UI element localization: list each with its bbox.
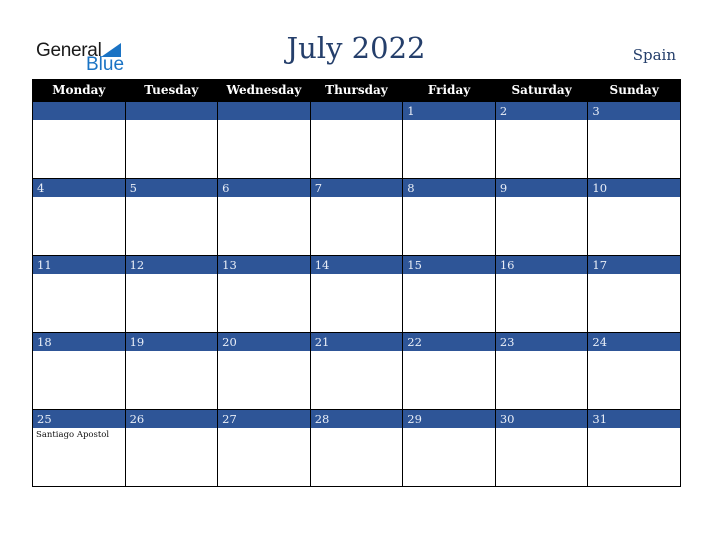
day-number: 29 — [403, 410, 495, 428]
day-number: 15 — [403, 256, 495, 274]
day-cell[interactable]: 15 — [402, 255, 496, 333]
day-number: 8 — [403, 179, 495, 197]
day-cell[interactable]: 24 — [587, 332, 681, 410]
week-row: 25 Santiago Apostol 26 27 28 29 30 31 — [32, 409, 681, 487]
day-cell[interactable]: 22 — [402, 332, 496, 410]
day-number — [33, 102, 125, 120]
day-cell[interactable]: 29 — [402, 409, 496, 487]
day-number: 25 — [33, 410, 125, 428]
day-number: 2 — [495, 102, 588, 120]
day-cell[interactable]: 3 — [587, 101, 681, 179]
day-cell[interactable]: 16 — [494, 255, 589, 333]
day-cell[interactable]: 25 Santiago Apostol — [32, 409, 126, 487]
day-number: 11 — [33, 256, 125, 274]
day-number: 10 — [588, 179, 680, 197]
day-cell[interactable]: 21 — [309, 332, 404, 410]
day-cell[interactable] — [124, 101, 219, 179]
day-cell[interactable]: 8 — [402, 178, 496, 256]
day-cell[interactable]: 13 — [217, 255, 311, 333]
weekday-header: Wednesday — [217, 79, 311, 102]
day-cell[interactable]: 26 — [124, 409, 219, 487]
day-cell[interactable]: 9 — [494, 178, 589, 256]
day-number: 13 — [218, 256, 310, 274]
day-number — [125, 102, 218, 120]
day-cell[interactable]: 23 — [494, 332, 589, 410]
day-number: 27 — [218, 410, 310, 428]
day-number: 14 — [310, 256, 403, 274]
day-cell[interactable]: 19 — [124, 332, 219, 410]
day-cell[interactable]: 5 — [124, 178, 219, 256]
weekday-header: Saturday — [494, 79, 589, 102]
weekday-header: Monday — [32, 79, 126, 102]
day-number — [218, 102, 310, 120]
day-cell[interactable]: 31 — [587, 409, 681, 487]
day-cell[interactable]: 2 — [494, 101, 589, 179]
day-number: 6 — [218, 179, 310, 197]
day-number: 18 — [33, 333, 125, 351]
day-cell[interactable] — [32, 101, 126, 179]
day-cell[interactable]: 30 — [494, 409, 589, 487]
day-number: 20 — [218, 333, 310, 351]
day-number: 7 — [310, 179, 403, 197]
day-cell[interactable]: 18 — [32, 332, 126, 410]
weekday-header: Thursday — [309, 79, 404, 102]
day-number: 9 — [495, 179, 588, 197]
day-cell[interactable]: 4 — [32, 178, 126, 256]
day-number: 17 — [588, 256, 680, 274]
day-cell[interactable]: 27 — [217, 409, 311, 487]
week-row: 11 12 13 14 15 16 17 — [32, 255, 681, 333]
day-number: 12 — [125, 256, 218, 274]
day-number: 22 — [403, 333, 495, 351]
day-cell[interactable]: 28 — [309, 409, 404, 487]
day-number: 26 — [125, 410, 218, 428]
day-number: 23 — [495, 333, 588, 351]
day-cell[interactable] — [309, 101, 404, 179]
day-number: 31 — [588, 410, 680, 428]
day-number: 3 — [588, 102, 680, 120]
week-row: 4 5 6 7 8 9 10 — [32, 178, 681, 256]
day-cell[interactable]: 10 — [587, 178, 681, 256]
calendar-title: July 2022 — [286, 31, 426, 65]
weekday-header-row: Monday Tuesday Wednesday Thursday Friday… — [32, 79, 681, 102]
week-row: 18 19 20 21 22 23 24 — [32, 332, 681, 410]
day-cell[interactable]: 11 — [32, 255, 126, 333]
day-number: 5 — [125, 179, 218, 197]
day-cell[interactable]: 12 — [124, 255, 219, 333]
day-number: 30 — [495, 410, 588, 428]
holiday-label: Santiago Apostol — [36, 430, 110, 440]
day-cell[interactable]: 14 — [309, 255, 404, 333]
weekday-header: Tuesday — [124, 79, 219, 102]
day-cell[interactable]: 7 — [309, 178, 404, 256]
weekday-header: Sunday — [587, 79, 681, 102]
day-number: 24 — [588, 333, 680, 351]
week-row: 123 — [32, 101, 681, 179]
country-label: Spain — [632, 46, 676, 64]
day-cell[interactable]: 6 — [217, 178, 311, 256]
day-number: 28 — [310, 410, 403, 428]
weekday-header: Friday — [402, 79, 496, 102]
day-cell[interactable]: 20 — [217, 332, 311, 410]
day-number: 21 — [310, 333, 403, 351]
calendar-grid: Monday Tuesday Wednesday Thursday Friday… — [32, 79, 681, 487]
day-number — [310, 102, 403, 120]
day-number: 19 — [125, 333, 218, 351]
day-cell[interactable]: 17 — [587, 255, 681, 333]
day-cell[interactable]: 1 — [402, 101, 496, 179]
day-number: 1 — [403, 102, 495, 120]
day-number: 4 — [33, 179, 125, 197]
day-cell[interactable] — [217, 101, 311, 179]
day-number: 16 — [495, 256, 588, 274]
